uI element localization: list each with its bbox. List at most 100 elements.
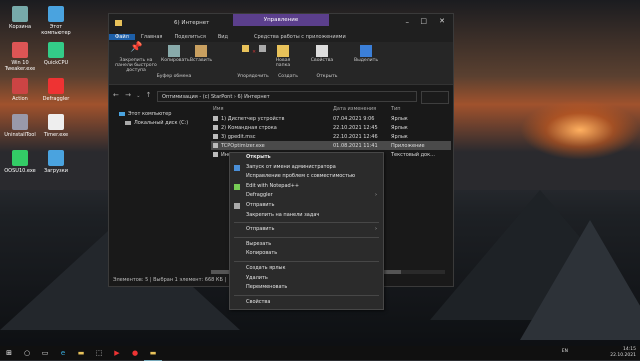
file-icon [213, 142, 218, 148]
task-view-icon[interactable]: ▭ [36, 346, 54, 360]
recent-chevron-icon[interactable]: ⌄ [136, 93, 140, 99]
context-menu-item[interactable]: Удалить [230, 274, 383, 284]
nav-item-this-pc[interactable]: Этот компьютер [109, 109, 205, 118]
desktop-icon[interactable]: Timer.exe [38, 114, 74, 138]
context-menu-label: Defraggler [246, 192, 273, 199]
edge-icon[interactable]: e [54, 346, 72, 360]
desktop-icon[interactable]: Defraggler [38, 78, 74, 102]
oosu-icon [12, 150, 28, 166]
context-menu-item[interactable]: Свойства [230, 298, 383, 308]
maximize-icon[interactable]: □ [420, 17, 427, 25]
file-row[interactable]: 2) Командная строка 22.10.2021 12:45 Ярлык [211, 123, 451, 132]
context-menu-label: Отправить [246, 201, 275, 208]
system-tray[interactable]: EN 14:15 22.10.2021 [562, 347, 636, 359]
file-date: 01.08.2021 11:41 [333, 142, 378, 149]
column-type[interactable]: Тип [391, 106, 449, 112]
rename-icon [258, 45, 266, 52]
search-input[interactable] [421, 91, 449, 104]
file-name: 1) Диспетчер устройств [221, 115, 285, 122]
tab-share[interactable]: Поделиться [168, 34, 211, 40]
shield-icon [234, 164, 240, 171]
context-menu-item[interactable]: Переименовать [230, 283, 383, 293]
file-type: Ярлык [391, 115, 408, 122]
context-menu-item[interactable]: Закрепить на панели задач [230, 211, 383, 221]
open-group-label: Открыть [316, 74, 338, 79]
file-row[interactable]: TCPOptimizer.exe 01.08.2021 11:41 Приложен… [211, 141, 451, 150]
context-menu-item[interactable]: Открыть [230, 153, 383, 163]
desktop-icon[interactable]: UninstallTool [2, 114, 38, 138]
desktop-icon[interactable]: Корзина [2, 6, 38, 30]
app-icon[interactable]: ● [126, 346, 144, 360]
chevron-right-icon: › [375, 226, 377, 233]
pin-quick-access-button[interactable]: 📌 Закрепить на панели быстрого доступа [113, 43, 159, 74]
forward-arrow-icon[interactable]: → [125, 91, 131, 99]
file-icon [213, 133, 218, 139]
search-icon[interactable]: ○ [18, 346, 36, 360]
cpu-icon [48, 42, 64, 58]
up-arrow-icon[interactable]: ↑ [146, 91, 152, 99]
delete-icon: ✕ [252, 50, 256, 55]
tab-view[interactable]: Вид [212, 34, 234, 40]
media-icon[interactable]: ▶ [108, 346, 126, 360]
menu-separator [234, 236, 379, 238]
context-menu-item[interactable]: Запуск от имени администратора [230, 163, 383, 173]
context-menu-item[interactable]: Edit with Notepad++ [230, 182, 383, 192]
share-icon [234, 202, 240, 209]
column-name[interactable]: Имя [211, 106, 333, 112]
desktop-icon[interactable]: QuickCPU [38, 42, 74, 66]
back-arrow-icon[interactable]: ← [113, 91, 119, 99]
tab-manage[interactable]: Управление [233, 14, 329, 26]
file-type: Ярлык [391, 133, 408, 140]
clipboard-group-label: Буфер обмена [156, 74, 192, 79]
copy-button[interactable]: Копировать [161, 45, 190, 63]
taskbar: ⊞ ○ ▭ e ▬ ⬚ ▶ ● ▬ EN 14:15 22.10.2021 [0, 346, 640, 361]
context-menu-item[interactable]: Отправить › [230, 225, 383, 235]
file-date: 22.10.2021 12:45 [333, 124, 378, 131]
new-folder-button[interactable]: Новая папка [269, 45, 297, 68]
minimize-icon[interactable]: – [406, 18, 410, 26]
action-icon [12, 78, 28, 94]
clock-date[interactable]: 22.10.2021 [610, 353, 636, 359]
file-list-header: Имя Дата изменения Тип [211, 104, 451, 114]
close-icon[interactable]: ✕ [439, 17, 445, 25]
context-menu-item[interactable]: Вырезать [230, 240, 383, 250]
column-date[interactable]: Дата изменения [333, 106, 391, 112]
properties-button[interactable]: Свойства [309, 45, 335, 63]
address-bar[interactable]: Оптимизация - (c) StarPont › 6) Интернет [157, 91, 417, 102]
select-button[interactable]: Выделить [353, 45, 379, 63]
context-menu-label: Отправить [246, 226, 275, 233]
file-row[interactable]: 3) gpedit.msc 22.10.2021 12:46 Ярлык [211, 132, 451, 141]
uninstall-icon [12, 114, 28, 130]
context-menu-item[interactable]: Исправление проблем с совместимостью [230, 172, 383, 182]
desktop-icon[interactable]: Action [2, 78, 38, 102]
computer-icon [119, 111, 125, 116]
folder-taskbar-icon[interactable]: ▬ [144, 346, 162, 361]
nav-buttons: ← → ⌄ ↑ [113, 91, 152, 99]
nav-item-local-disk[interactable]: Локальный диск (C:) [109, 118, 205, 127]
desktop-icon[interactable]: Win 10 Tweaker.exe [2, 42, 38, 72]
context-menu-item[interactable]: Создать ярлык [230, 264, 383, 274]
tab-file[interactable]: Файл [109, 33, 135, 40]
start-button[interactable]: ⊞ [0, 346, 18, 360]
store-icon[interactable]: ⬚ [90, 346, 108, 360]
recycle-bin-icon [12, 6, 28, 22]
title-bar[interactable]: 6) Интернет Управление – □ ✕ [109, 14, 453, 31]
chevron-right-icon: › [375, 192, 377, 199]
context-menu-item[interactable]: Отправить [230, 201, 383, 211]
desktop-icon[interactable]: Этот компьютер [38, 6, 74, 36]
desktop-icon-label: Timer.exe [43, 132, 69, 138]
explorer-icon[interactable]: ▬ [72, 346, 90, 360]
context-menu-item[interactable]: Копировать [230, 249, 383, 259]
tab-home[interactable]: Главная [135, 34, 169, 40]
tab-app-tools[interactable]: Средства работы с приложениями [248, 34, 352, 40]
desktop-icon[interactable]: Загрузки [38, 150, 74, 174]
context-menu-label: Удалить [246, 274, 268, 281]
language-indicator[interactable]: EN [562, 349, 568, 355]
context-menu-item[interactable]: Defraggler › [230, 191, 383, 201]
file-row[interactable]: 1) Диспетчер устройств 07.04.2021 9:06 Ярл… [211, 114, 451, 123]
file-name: 3) gpedit.msc [221, 133, 256, 140]
paste-icon [195, 45, 207, 57]
file-icon [213, 115, 218, 121]
desktop-icon[interactable]: OOSU10.exe [2, 150, 38, 174]
paste-button[interactable]: Вставить [189, 45, 213, 63]
